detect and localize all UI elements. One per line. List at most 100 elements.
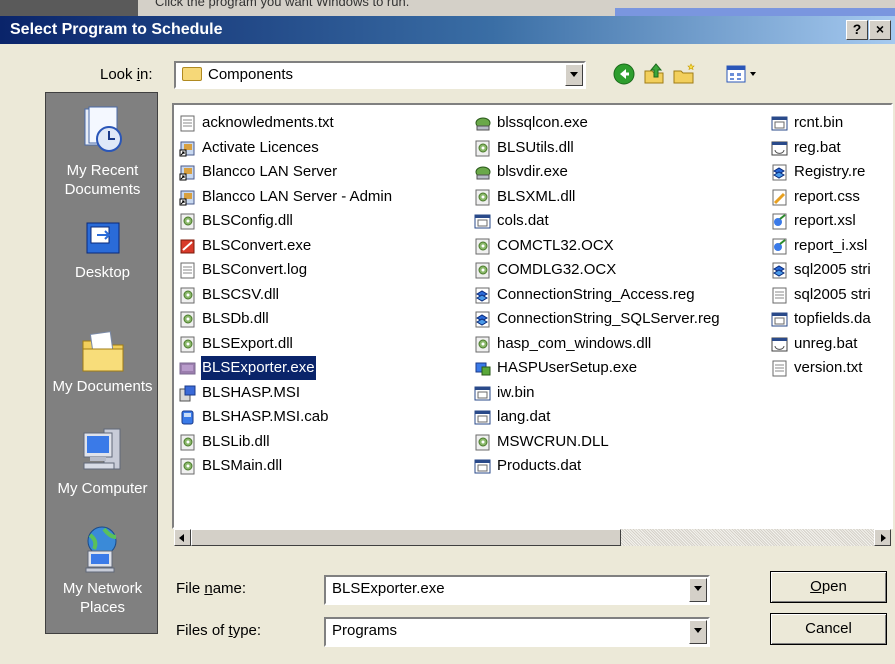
file-name: iw.bin <box>497 383 535 401</box>
open-button[interactable]: Open <box>770 571 887 603</box>
place-my-documents[interactable]: My Documents <box>46 331 159 396</box>
file-name: lang.dat <box>497 408 551 425</box>
data-file-icon <box>771 115 788 132</box>
background-window-titlebar <box>615 8 895 16</box>
file-type-label: Files of type: <box>176 622 261 639</box>
close-button[interactable]: × <box>869 20 891 40</box>
file-name: rcnt.bin <box>794 114 844 131</box>
dll-file-icon <box>474 336 491 353</box>
file-name: topfields.da <box>794 310 871 327</box>
file-name: Blancco LAN Server <box>202 163 338 180</box>
open-accel: O <box>810 578 822 595</box>
places-bar: My Recent Documents Desktop My Documents… <box>45 92 158 634</box>
help-button[interactable]: ? <box>846 20 868 40</box>
file-name: BLSConvert.exe <box>202 236 312 254</box>
file-name: sql2005 stri <box>794 261 871 278</box>
look-in-dropdown-button[interactable] <box>565 64 583 86</box>
place-my-recent-documents[interactable]: My Recent Documents <box>46 105 159 199</box>
file-name-label-post: ame: <box>212 580 247 597</box>
file-type-value: Programs <box>332 622 398 639</box>
dialog-titlebar[interactable]: Select Program to Schedule ? × <box>0 16 895 44</box>
text-file-icon <box>179 115 196 132</box>
place-my-computer[interactable]: My Computer <box>46 425 159 498</box>
shortcut-icon <box>179 140 196 157</box>
file-name: BLSXML.dll <box>497 187 576 205</box>
dll-file-icon <box>474 262 491 279</box>
msi-installer-icon <box>179 385 196 402</box>
dll-file-icon <box>474 238 491 255</box>
background-window-dark-area <box>0 0 138 16</box>
scrollbar-thumb[interactable] <box>191 529 621 546</box>
file-name: ConnectionString_Access.reg <box>497 285 695 303</box>
file-name: MSWCRUN.DLL <box>497 432 609 450</box>
place-label: My Network Places <box>62 580 143 616</box>
text-file-icon <box>179 262 196 279</box>
network-exe-icon <box>474 115 491 132</box>
scroll-right-button[interactable] <box>874 529 891 546</box>
exe-file-icon <box>179 360 196 377</box>
file-name: Activate Licences <box>202 138 319 156</box>
file-name: BLSHASP.MSI.cab <box>202 408 329 425</box>
dll-file-icon <box>179 287 196 304</box>
look-in-combobox[interactable]: Components <box>174 61 586 89</box>
recent-documents-icon <box>84 106 122 152</box>
file-name-label-pre: File <box>176 580 205 597</box>
dll-file-icon <box>474 434 491 451</box>
new-folder-icon[interactable] <box>672 62 696 86</box>
horizontal-scrollbar[interactable] <box>174 529 891 546</box>
look-in-label-pre: Look <box>100 66 137 83</box>
xsl-file-icon <box>771 238 788 255</box>
dll-file-icon <box>179 311 196 328</box>
file-name-combobox[interactable]: BLSExporter.exe <box>324 575 710 605</box>
file-type-dropdown-button[interactable] <box>689 620 707 644</box>
dll-file-icon <box>179 458 196 475</box>
file-name: ConnectionString_SQLServer.reg <box>497 310 720 327</box>
registry-file-icon <box>771 164 788 181</box>
registry-file-icon <box>474 287 491 304</box>
file-name: cols.dat <box>497 212 549 229</box>
scroll-left-button[interactable] <box>174 529 191 546</box>
file-name: COMCTL32.OCX <box>497 236 614 254</box>
network-exe-icon <box>474 164 491 181</box>
file-name-value[interactable]: BLSExporter.exe <box>332 580 445 597</box>
file-name: unreg.bat <box>794 334 858 352</box>
dll-file-icon <box>474 189 491 206</box>
file-name: version.txt <box>794 359 863 376</box>
view-menu-icon[interactable] <box>724 62 760 86</box>
back-icon[interactable] <box>612 62 636 86</box>
up-folder-icon[interactable] <box>642 62 666 86</box>
file-name: Registry.re <box>794 163 866 180</box>
look-in-value: Components <box>182 66 293 83</box>
file-type-label-pre: Files of <box>176 622 229 639</box>
cab-archive-icon <box>179 409 196 426</box>
cancel-button[interactable]: Cancel <box>770 613 887 645</box>
text-file-icon <box>771 360 788 377</box>
file-name-dropdown-button[interactable] <box>689 578 707 602</box>
shortcut-icon <box>179 189 196 206</box>
file-name: BLSCSV.dll <box>202 285 279 303</box>
file-name: Products.dat <box>497 457 582 474</box>
dialog-title: Select Program to Schedule <box>10 21 223 38</box>
place-label: Desktop <box>74 264 131 281</box>
folder-icon <box>182 67 202 81</box>
setup-exe-icon <box>474 360 491 377</box>
file-name: report.xsl <box>794 212 856 229</box>
look-in-label: Look in: <box>100 66 153 83</box>
file-name: BLSHASP.MSI <box>202 383 301 401</box>
text-file-icon <box>771 287 788 304</box>
place-my-network-places[interactable]: My Network Places <box>46 525 159 617</box>
place-desktop[interactable]: Desktop <box>46 221 159 282</box>
batch-file-icon <box>771 336 788 353</box>
place-label: My Recent Documents <box>64 162 141 198</box>
shortcut-icon <box>179 164 196 181</box>
file-name: acknowledments.txt <box>202 114 334 131</box>
registry-file-icon <box>771 262 788 279</box>
dll-file-icon <box>474 140 491 157</box>
file-name: BLSLib.dll <box>202 432 270 450</box>
my-documents-icon <box>82 331 123 372</box>
file-list[interactable]: acknowledments.txt Activate Licences Blanc… <box>172 103 893 529</box>
file-type-combobox[interactable]: Programs <box>324 617 710 647</box>
file-name: hasp_com_windows.dll <box>497 334 652 352</box>
file-name: sql2005 stri <box>794 285 871 303</box>
file-name-label: File name: <box>176 580 246 597</box>
